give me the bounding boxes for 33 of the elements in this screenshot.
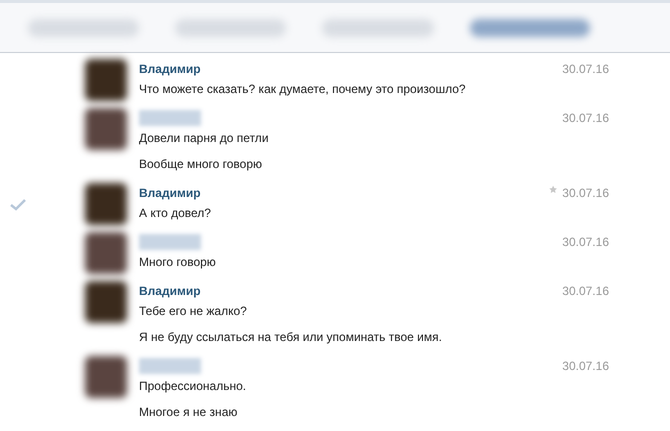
avatar-photo-placeholder [85, 281, 127, 323]
message-text: Многое я не знаю [139, 404, 238, 421]
message-date: 30.07.16 [562, 283, 609, 300]
message-text: Тебе его не жалко? [139, 303, 248, 320]
avatar-photo-placeholder [85, 356, 127, 398]
avatar-photo-placeholder [85, 59, 127, 101]
message-text: А кто довел? [139, 205, 212, 222]
blurred-tab[interactable] [28, 18, 140, 36]
avatar-photo-placeholder [85, 183, 127, 225]
checkmark-icon[interactable] [10, 199, 26, 211]
blurred-name [139, 110, 201, 126]
message-date: 30.07.16 [562, 234, 609, 251]
sender-name[interactable]: Владимир [139, 59, 549, 79]
message-date: 30.07.16 [562, 185, 609, 202]
blurred-name [139, 358, 201, 374]
avatar-photo-placeholder [85, 108, 127, 150]
blurred-tab[interactable] [322, 18, 434, 36]
message-text: Профессионально. [139, 378, 248, 395]
star-icon[interactable] [549, 183, 558, 196]
sender-name[interactable]: Владимир [139, 281, 549, 301]
sender-name[interactable]: Владимир [139, 183, 549, 203]
blurred-name [139, 234, 201, 250]
message-date: 30.07.16 [562, 61, 609, 78]
blurred-tab[interactable] [175, 18, 286, 36]
message-text: Вообще много говорю [139, 156, 264, 173]
avatar-photo-placeholder [85, 232, 127, 274]
message-date: 30.07.16 [562, 110, 609, 127]
message-text: Что можете сказать? как думаете, почему это произошло? [139, 81, 467, 98]
message-text: Много говорю [139, 254, 217, 271]
blurred-tab[interactable] [470, 18, 590, 36]
message-date: 30.07.16 [562, 358, 609, 375]
message-text: Довели парня до петли [139, 130, 270, 147]
message-text: Я не буду ссылаться на тебя или упоминать твое имя. [139, 329, 443, 346]
